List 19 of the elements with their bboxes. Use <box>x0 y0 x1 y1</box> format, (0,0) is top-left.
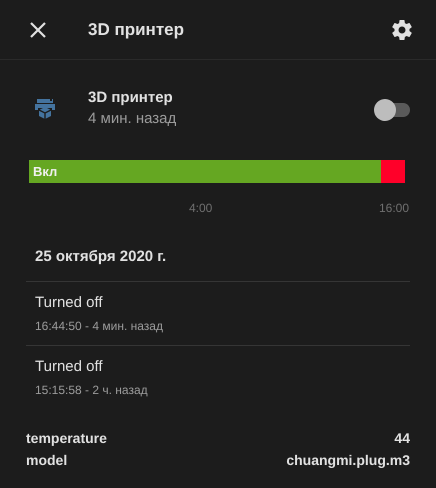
axis-tick-label: 4:00 <box>189 200 212 217</box>
settings-icon[interactable] <box>390 18 414 42</box>
attribute-name: temperature <box>26 428 107 448</box>
axis-tick-label: 16:00 <box>378 200 409 217</box>
close-icon[interactable] <box>28 20 48 40</box>
log-time: 16:44:50 - 4 мин. назад <box>35 318 164 334</box>
dialog-title: 3D принтер <box>88 18 185 41</box>
segment-label: Вкл <box>33 162 58 181</box>
entity-name: 3D принтер <box>88 88 174 108</box>
log-message: Turned off <box>35 292 104 312</box>
printer-icon <box>34 98 56 120</box>
attribute-name: model <box>26 450 68 470</box>
attribute-value: 44 <box>394 428 410 448</box>
date-heading: 25 октября 2020 г. <box>34 247 168 267</box>
attribute-value: chuangmi.plug.m3 <box>286 450 410 470</box>
last-changed-text: 4 мин. назад <box>88 109 178 129</box>
log-message: Turned off <box>35 356 104 376</box>
log-time: 15:15:58 - 2 ч. назад <box>35 382 149 398</box>
toggle-switch[interactable] <box>374 99 410 119</box>
